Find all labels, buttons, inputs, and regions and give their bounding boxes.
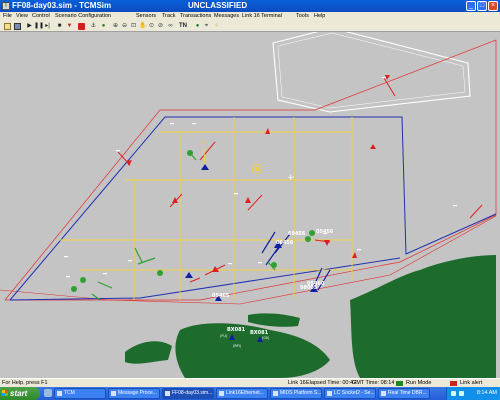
- taskbar-item[interactable]: LC Socket2 - Se...: [324, 388, 376, 399]
- taskbar-item[interactable]: Real Time DBR...: [378, 388, 430, 399]
- window-icon: [273, 391, 278, 396]
- menu-messages[interactable]: Messages: [214, 13, 239, 19]
- menu-transactions[interactable]: Transactions: [180, 13, 211, 19]
- menu-bar: File View Control Scenario Configuration…: [0, 12, 500, 21]
- center-icon[interactable]: ⊙: [148, 23, 155, 30]
- start-button[interactable]: start: [0, 387, 40, 400]
- taskbar-item[interactable]: Link16Ethernet...: [216, 388, 268, 399]
- svg-text:+: +: [287, 173, 295, 183]
- taskbar-item-active[interactable]: FF08-day03.sim...: [162, 388, 214, 399]
- menu-file[interactable]: File: [3, 13, 12, 19]
- alert-icon[interactable]: [78, 23, 85, 30]
- menu-track[interactable]: Track: [162, 13, 176, 19]
- help-text: For Help, press F1: [2, 380, 48, 386]
- globe-icon[interactable]: ●: [100, 23, 107, 30]
- minimize-button[interactable]: _: [466, 1, 476, 11]
- app-icon[interactable]: T: [2, 2, 10, 10]
- run-mode-label: Run Mode: [406, 380, 432, 386]
- window-icon: [219, 391, 224, 396]
- open-icon[interactable]: [4, 23, 11, 30]
- record-icon[interactable]: ▼: [66, 23, 73, 30]
- taskbar-item[interactable]: TCM: [54, 388, 106, 399]
- title-bar: T FF08-day03.sim - TCMSim UNCLASSIFIED _…: [0, 0, 500, 12]
- menu-sensors[interactable]: Sensors: [136, 13, 156, 19]
- tactical-map[interactable]: + 69456 05456 98005 05460 05465 06456 BX…: [0, 27, 500, 378]
- clock[interactable]: 8:14 AM: [477, 390, 497, 396]
- stop-icon[interactable]: ■: [56, 23, 63, 30]
- track-label[interactable]: 06456: [276, 240, 294, 246]
- range-icon[interactable]: ⊘: [157, 23, 164, 30]
- menu-help[interactable]: Help: [314, 13, 325, 19]
- windows-flag-icon: [2, 390, 8, 396]
- window-title: FF08-day03.sim - TCMSim: [12, 1, 112, 10]
- taskbar-item[interactable]: Message Proce...: [108, 388, 160, 399]
- pause-icon[interactable]: ❚❚: [34, 23, 44, 30]
- window-icon: [165, 391, 170, 396]
- link-status: Link 16: [288, 380, 306, 386]
- airspace-polygon-inner: [277, 32, 466, 109]
- gmt-time: GMT Time: 08:14: [352, 380, 395, 386]
- landmass: [125, 255, 496, 378]
- zoom-in-icon[interactable]: ⊕: [112, 23, 119, 30]
- run-mode-swatch: [396, 381, 403, 386]
- menu-scenario-configuration[interactable]: Scenario Configuration: [55, 13, 111, 19]
- menu-tools[interactable]: Tools: [296, 13, 309, 19]
- link-alert-swatch: [450, 381, 457, 386]
- track-sublabel: (00): [262, 336, 270, 340]
- window-icon: [381, 391, 386, 396]
- quicklaunch-icon[interactable]: [44, 389, 52, 397]
- airspace-polygon: [272, 27, 471, 113]
- map-canvas[interactable]: + 69456 05456 98005 05460 05465 06456 BX…: [0, 27, 500, 378]
- classification-banner: UNCLASSIFIED: [188, 1, 248, 10]
- taskbar: start TCM Message Proce... FF08-day03.si…: [0, 387, 500, 400]
- track-label[interactable]: BX081: [227, 327, 246, 333]
- track-label[interactable]: 69456: [288, 231, 306, 237]
- tray-icon[interactable]: [459, 391, 464, 396]
- save-icon[interactable]: [14, 23, 21, 30]
- menu-link16-terminal[interactable]: Link 16 Terminal: [242, 13, 282, 19]
- pan-icon[interactable]: ✋: [139, 23, 146, 30]
- bulb-icon[interactable]: ♀: [213, 23, 220, 30]
- toolbar: ▶ ❚❚ ▸| ■ ▼ ⚓ ● ⊕ ⊖ ⊡ ✋ ⊙ ⊘ ∞ TN ● ⌖ ♀: [0, 21, 500, 32]
- play-icon[interactable]: ▶: [26, 23, 33, 30]
- anchor-icon[interactable]: ⚓: [90, 23, 97, 30]
- track-label[interactable]: 05465: [212, 293, 230, 299]
- elapsed-time: Elapsed Time: 00:47: [306, 380, 357, 386]
- red-boundary: [4, 39, 497, 301]
- window-icon: [327, 391, 332, 396]
- target-icon[interactable]: ⌖: [203, 23, 210, 30]
- track-number-button[interactable]: TN: [178, 23, 188, 30]
- zoom-out-icon[interactable]: ⊖: [121, 23, 128, 30]
- window-icon: [111, 391, 116, 396]
- zoom-box-icon[interactable]: ⊡: [130, 23, 137, 30]
- window-icon: [57, 391, 62, 396]
- globe2-icon[interactable]: ●: [194, 23, 201, 30]
- start-label: start: [10, 389, 28, 398]
- track-label[interactable]: 05456: [316, 229, 334, 235]
- track-sublabel: (RFI): [233, 344, 242, 348]
- system-tray: 8:14 AM: [446, 387, 500, 400]
- track-sublabel: (FU): [220, 334, 228, 338]
- tray-icon[interactable]: [451, 391, 456, 396]
- blue-boundary-lower: [9, 257, 401, 301]
- step-icon[interactable]: ▸|: [44, 23, 51, 30]
- status-bar: For Help, press F1 Link 16 Elapsed Time:…: [0, 378, 500, 387]
- track-label[interactable]: 05460: [307, 281, 325, 287]
- binoculars-icon[interactable]: ∞: [167, 23, 174, 30]
- menu-view[interactable]: View: [16, 13, 28, 19]
- link-alert-label: Link alert: [460, 380, 483, 386]
- taskbar-item[interactable]: MIDS Platform S...: [270, 388, 322, 399]
- menu-control[interactable]: Control: [32, 13, 50, 19]
- close-button[interactable]: ×: [488, 1, 498, 11]
- maximize-button[interactable]: □: [477, 1, 487, 11]
